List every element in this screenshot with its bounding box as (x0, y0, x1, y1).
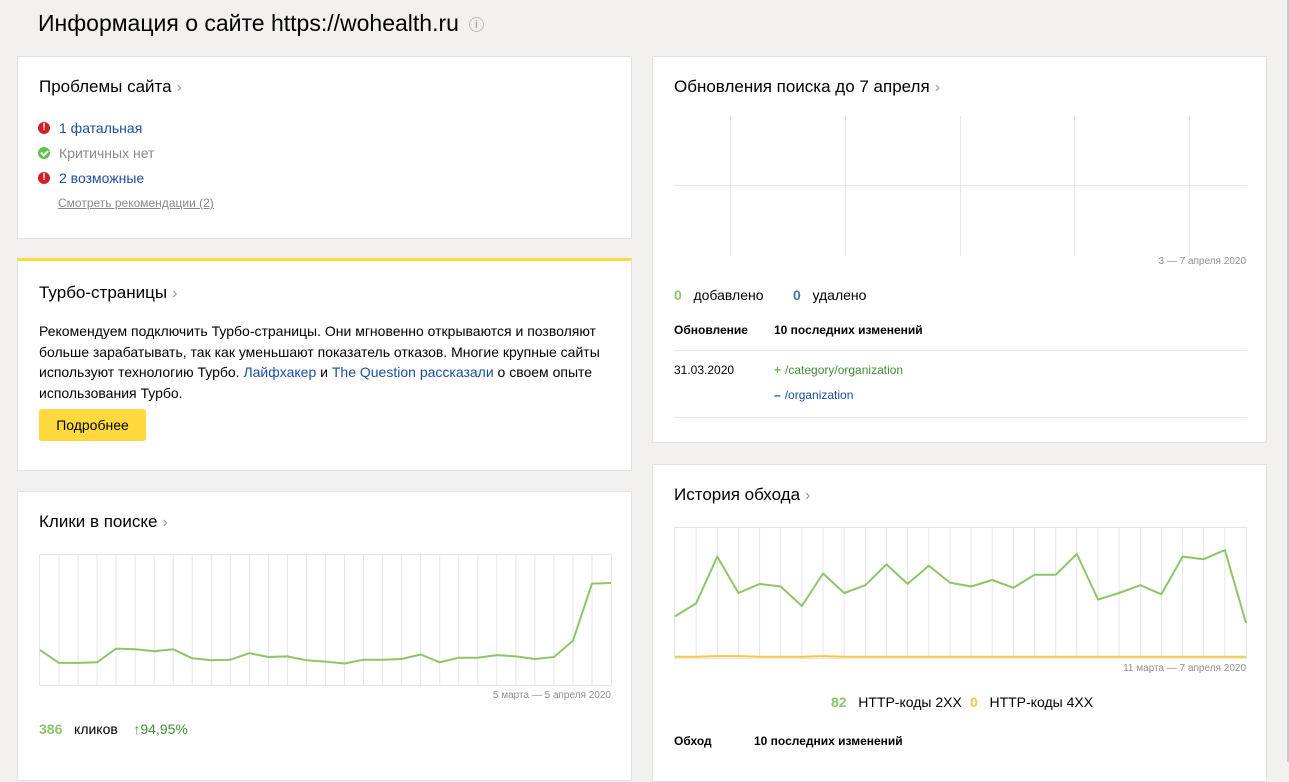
clicks-count: 386 (39, 721, 63, 737)
crawl-title[interactable]: История обхода › (674, 484, 810, 507)
turbo-card: Турбо-страницы › Рекомендуем подключить Т… (17, 258, 632, 471)
crawl-series-0-line (674, 549, 1247, 624)
problem-item-fatal[interactable]: 1 фатальная (38, 115, 154, 140)
plus-icon: + (774, 363, 782, 377)
recommendations-link[interactable]: Смотреть рекомендации (2) (58, 196, 214, 210)
chevron-right-icon: › (176, 79, 182, 96)
problem-possible-link[interactable]: 2 возможные (59, 168, 144, 188)
added-path-link[interactable]: +/category/organization (774, 363, 903, 377)
problems-title[interactable]: Проблемы сайта › (39, 76, 182, 99)
updates-card: Обновления поиска до 7 апреля › 3 — 7 апр… (652, 56, 1267, 443)
lifehacker-link[interactable]: Лайфхакер (243, 364, 316, 380)
crawl-4xx: 0 HTTP-коды 4XX (970, 694, 1093, 710)
clicks-card: Клики в поиске › 5 марта — 5 апреля 2020 … (17, 491, 632, 781)
clicks-count-label: кликов (74, 721, 118, 737)
error-icon (38, 121, 50, 134)
count-4xx: 0 (970, 694, 978, 710)
updates-added: 0 добавлено (674, 287, 764, 303)
crawl-2xx: 82 HTTP-коды 2XX (831, 694, 962, 710)
label-2xx: HTTP-коды 2XX (858, 694, 962, 710)
table-divider (674, 350, 1247, 351)
col-crawl-header: Обход (674, 734, 712, 748)
updates-title[interactable]: Обновления поиска до 7 апреля › (674, 76, 940, 99)
problem-critical-text: Критичных нет (59, 144, 155, 161)
crawl-svg (674, 528, 1247, 658)
removed-path-link[interactable]: –/organization (774, 388, 853, 402)
crawl-chart (674, 527, 1247, 659)
col-changes-header: 10 последних изменений (774, 323, 923, 337)
table-divider (674, 417, 1247, 418)
updates-removed: 0 удалено (793, 287, 866, 303)
turbo-description: Рекомендуем подключить Турбо-страницы. О… (39, 323, 600, 401)
updates-date-range: 3 — 7 апреля 2020 (1158, 256, 1247, 267)
minus-icon: – (774, 388, 781, 402)
clicks-chart (39, 554, 612, 686)
clicks-date-range: 5 марта — 5 апреля 2020 (492, 690, 611, 701)
row-date: 31.03.2020 (674, 363, 735, 377)
chevron-right-icon: › (162, 514, 168, 531)
crawl-series-1-line (675, 655, 1246, 658)
added-label: добавлено (693, 287, 764, 303)
more-button[interactable]: Подробнее (39, 409, 146, 441)
problem-fatal-link[interactable]: 1 фатальная (59, 118, 142, 138)
clicks-change: ↑94,95% (133, 721, 188, 737)
page-title: Информация о сайте https://wohealth.ru i (38, 8, 484, 38)
label-4xx: HTTP-коды 4XX (989, 694, 1094, 710)
updates-chart (674, 116, 1247, 256)
chevron-right-icon: › (934, 79, 941, 96)
removed-label: удалено (812, 287, 867, 303)
error-icon (38, 171, 50, 184)
crawl-card: История обхода › 11 марта — 7 апреля 2020… (652, 464, 1267, 782)
clicks-svg (39, 555, 612, 685)
the-question-link[interactable]: The Question (332, 364, 416, 380)
count-2xx: 82 (831, 694, 847, 710)
check-icon (38, 146, 50, 159)
info-icon[interactable]: i (468, 17, 484, 32)
crawl-date-range: 11 марта — 7 апреля 2020 (1123, 663, 1246, 674)
added-count: 0 (674, 287, 682, 303)
problems-card: Проблемы сайта› 1 фатальная Критичных не… (17, 56, 632, 239)
clicks-title[interactable]: Клики в поиске › (39, 511, 168, 534)
removed-count: 0 (793, 287, 801, 303)
problem-item-possible[interactable]: 2 возможные (38, 165, 154, 190)
col-crawl-changes-header: 10 последних изменений (754, 734, 903, 748)
turbo-title[interactable]: Турбо-страницы › (39, 282, 177, 305)
chevron-right-icon: › (805, 487, 811, 504)
problems-list: 1 фатальная Критичных нет 2 возможные (38, 115, 154, 190)
told-link[interactable]: рассказали (420, 364, 494, 380)
problem-item-critical: Критичных нет (38, 140, 154, 165)
clicks-summary: 386 кликов ↑94,95% (39, 721, 188, 737)
chevron-right-icon: › (172, 285, 178, 302)
col-update-header: Обновление (674, 323, 748, 337)
